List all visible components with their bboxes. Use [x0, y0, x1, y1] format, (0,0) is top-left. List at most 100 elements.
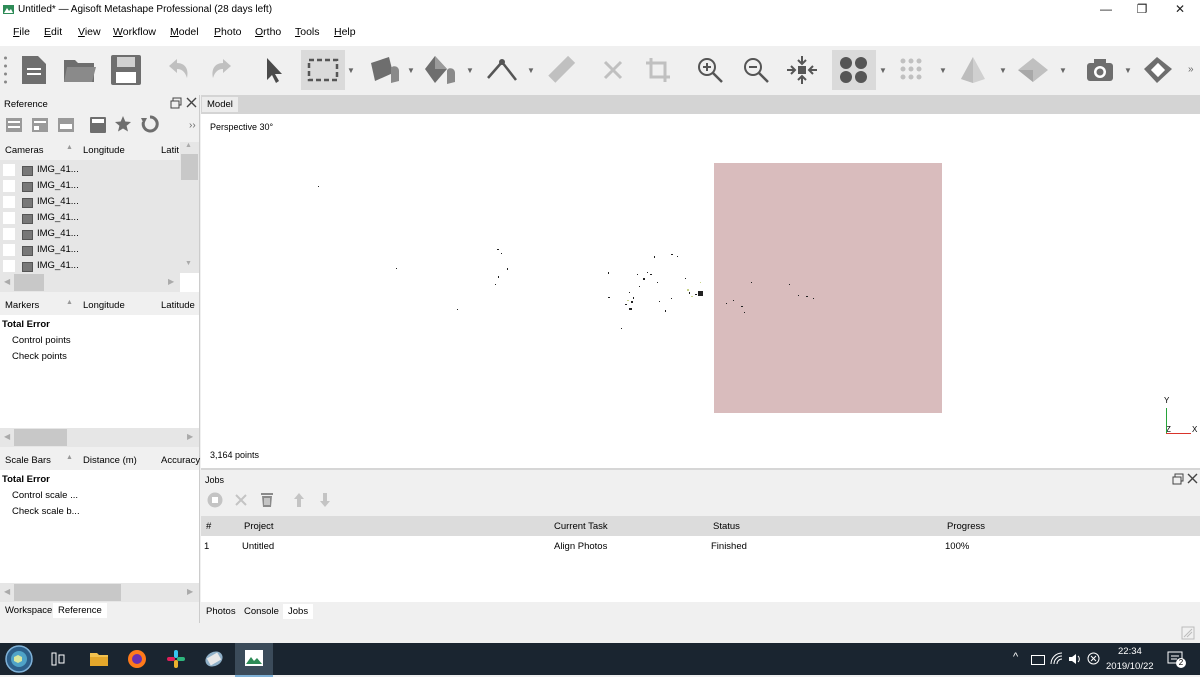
delete-icon[interactable]: [593, 50, 633, 90]
import-reference-icon[interactable]: [6, 118, 22, 135]
scalebars-total-error-row[interactable]: Total Error: [2, 472, 50, 488]
undo-icon[interactable]: [157, 50, 197, 90]
camera-checkbox[interactable]: [3, 260, 15, 272]
tab-photos[interactable]: Photos: [201, 604, 241, 619]
close-panel-icon[interactable]: [1186, 472, 1199, 485]
undock-icon[interactable]: [1172, 473, 1184, 485]
battery-icon[interactable]: [1031, 655, 1045, 665]
distance-column-header[interactable]: Distance (m): [83, 455, 137, 466]
rotate-object-icon[interactable]: [420, 50, 460, 90]
current-task-column-header[interactable]: Current Task: [554, 521, 608, 532]
longitude-column-header[interactable]: Longitude: [83, 300, 125, 311]
move-object-icon[interactable]: [366, 50, 406, 90]
open-folder-icon[interactable]: [60, 50, 100, 90]
slack-icon[interactable]: [166, 649, 186, 669]
longitude-column-header[interactable]: Longitude: [83, 145, 125, 156]
menu-file[interactable]: File: [13, 26, 30, 38]
resize-grip-icon[interactable]: [1181, 626, 1195, 640]
markers-total-error-row[interactable]: Total Error: [2, 317, 50, 333]
scrollbar-thumb[interactable]: [14, 584, 121, 601]
move-down-icon[interactable]: [319, 492, 331, 511]
zoom-out-icon[interactable]: [736, 50, 776, 90]
camera-row[interactable]: IMG_41...: [0, 258, 180, 272]
notifications-icon[interactable]: 2: [1167, 650, 1186, 668]
camera-checkbox[interactable]: [3, 180, 15, 192]
menu-ortho[interactable]: Ortho: [255, 26, 281, 38]
new-document-icon[interactable]: [14, 50, 54, 90]
check-points-row[interactable]: Check points: [12, 349, 67, 365]
scroll-right-icon[interactable]: ▶: [168, 277, 174, 286]
scroll-up-icon[interactable]: ▲: [185, 142, 192, 149]
ruler-dropdown-arrow[interactable]: ▼: [526, 66, 536, 76]
project-column-header[interactable]: Project: [244, 521, 274, 532]
latitude-column-header[interactable]: Latitude: [161, 300, 195, 311]
firefox-icon[interactable]: [127, 649, 147, 669]
cameras-column-header[interactable]: Cameras: [5, 145, 44, 156]
dense-cloud-icon[interactable]: [893, 50, 933, 90]
camera-checkbox[interactable]: [3, 196, 15, 208]
crop-icon[interactable]: [638, 50, 678, 90]
minimize-button[interactable]: —: [1088, 0, 1124, 20]
camera-dropdown-arrow[interactable]: ▼: [1123, 66, 1133, 76]
scale-bars-column-header[interactable]: Scale Bars: [5, 455, 51, 466]
undock-icon[interactable]: [170, 97, 182, 109]
clock-time[interactable]: 22:34: [1118, 646, 1142, 657]
clear-reference-icon[interactable]: [58, 118, 74, 135]
close-panel-icon[interactable]: [185, 96, 198, 109]
task-view-icon[interactable]: [50, 651, 66, 667]
stop-job-icon[interactable]: [207, 492, 223, 511]
cameras-horizontal-scrollbar[interactable]: ◀ ▶: [0, 273, 180, 292]
dense-cloud-dropdown-arrow[interactable]: ▼: [938, 66, 948, 76]
scroll-right-icon[interactable]: ▶: [187, 432, 193, 441]
tab-model[interactable]: Model: [202, 97, 238, 112]
navigate-cursor-icon[interactable]: [254, 50, 294, 90]
sync-status-icon[interactable]: [1087, 652, 1100, 665]
check-scale-row[interactable]: Check scale b...: [12, 504, 80, 520]
point-cloud-icon[interactable]: [832, 50, 876, 90]
latitude-column-header[interactable]: Latit: [161, 145, 179, 156]
menu-tools[interactable]: Tools: [295, 26, 320, 38]
model-viewport[interactable]: Perspective 30° 3,164 points Y Z X: [201, 114, 1200, 468]
zoom-in-icon[interactable]: [690, 50, 730, 90]
measure-icon[interactable]: [541, 50, 581, 90]
table-row[interactable]: 1 Untitled Align Photos Finished 100%: [201, 538, 1200, 554]
menu-view[interactable]: View: [78, 26, 101, 38]
tab-console[interactable]: Console: [239, 604, 284, 619]
camera-checkbox[interactable]: [3, 244, 15, 256]
save-icon[interactable]: [106, 50, 146, 90]
start-button[interactable]: [4, 645, 34, 673]
move-dropdown-arrow[interactable]: ▼: [406, 66, 416, 76]
camera-row[interactable]: IMG_41...: [0, 210, 180, 226]
file-explorer-icon[interactable]: [89, 650, 109, 668]
markers-horizontal-scrollbar[interactable]: ◀ ▶: [0, 428, 199, 447]
wifi-icon[interactable]: [1050, 652, 1064, 666]
metashape-taskbar-button[interactable]: [235, 643, 273, 677]
camera-capture-icon[interactable]: [1080, 50, 1120, 90]
export-reference-icon[interactable]: [32, 118, 48, 135]
scrollbar-thumb[interactable]: [181, 154, 198, 180]
control-scale-row[interactable]: Control scale ...: [12, 488, 78, 504]
camera-checkbox[interactable]: [3, 212, 15, 224]
reset-view-icon[interactable]: [782, 50, 822, 90]
tiled-model-icon[interactable]: [953, 50, 993, 90]
menu-model[interactable]: Model: [170, 26, 199, 38]
camera-row[interactable]: IMG_41...: [0, 242, 180, 258]
scroll-left-icon[interactable]: ◀: [4, 432, 10, 441]
photos-app-icon[interactable]: [204, 649, 224, 669]
redo-icon[interactable]: [203, 50, 243, 90]
job-number-column-header[interactable]: #: [206, 521, 211, 532]
scroll-down-icon[interactable]: ▼: [185, 260, 192, 267]
camera-row[interactable]: IMG_41...: [0, 162, 180, 178]
camera-row[interactable]: IMG_41...: [0, 178, 180, 194]
update-icon[interactable]: [141, 115, 159, 136]
status-column-header[interactable]: Status: [713, 521, 740, 532]
menu-workflow[interactable]: Workflow: [113, 26, 156, 38]
close-button[interactable]: ✕: [1162, 0, 1198, 20]
shapes-icon[interactable]: [1138, 50, 1178, 90]
cameras-vertical-scrollbar[interactable]: ▲ ▼: [180, 142, 199, 273]
tiled-model-dropdown-arrow[interactable]: ▼: [998, 66, 1008, 76]
camera-checkbox[interactable]: [3, 164, 15, 176]
camera-row[interactable]: IMG_41...: [0, 226, 180, 242]
restore-button[interactable]: ❐: [1124, 0, 1160, 20]
menu-help[interactable]: Help: [334, 26, 356, 38]
